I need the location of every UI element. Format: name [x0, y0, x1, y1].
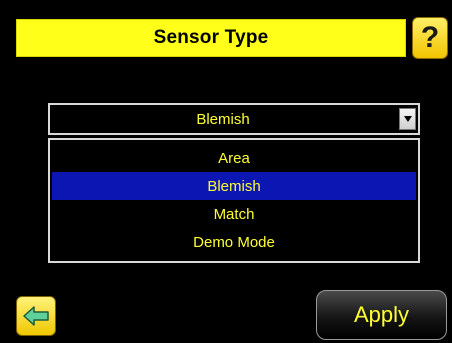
page-title: Sensor Type — [153, 27, 269, 48]
option-area[interactable]: Area — [50, 144, 418, 172]
back-button[interactable] — [16, 296, 56, 336]
chevron-down-icon — [403, 116, 412, 122]
back-arrow-icon — [23, 306, 49, 326]
option-blemish[interactable]: Blemish — [52, 172, 416, 200]
help-button[interactable]: ? — [412, 17, 448, 59]
dropdown-arrow-button[interactable] — [399, 108, 416, 130]
option-demo-mode[interactable]: Demo Mode — [50, 228, 418, 256]
apply-button-label: Apply — [353, 302, 410, 327]
dropdown-selected-value: Blemish — [196, 110, 250, 128]
sensor-type-screen: Sensor Type ? Blemish Area Blemish Match… — [0, 0, 452, 343]
help-icon: ? — [420, 21, 440, 54]
apply-button[interactable]: Apply — [316, 290, 447, 340]
option-match[interactable]: Match — [50, 200, 418, 228]
title-bar: Sensor Type — [16, 19, 406, 57]
sensor-type-options-list: Area Blemish Match Demo Mode — [48, 138, 420, 263]
sensor-type-dropdown[interactable]: Blemish — [48, 103, 420, 135]
